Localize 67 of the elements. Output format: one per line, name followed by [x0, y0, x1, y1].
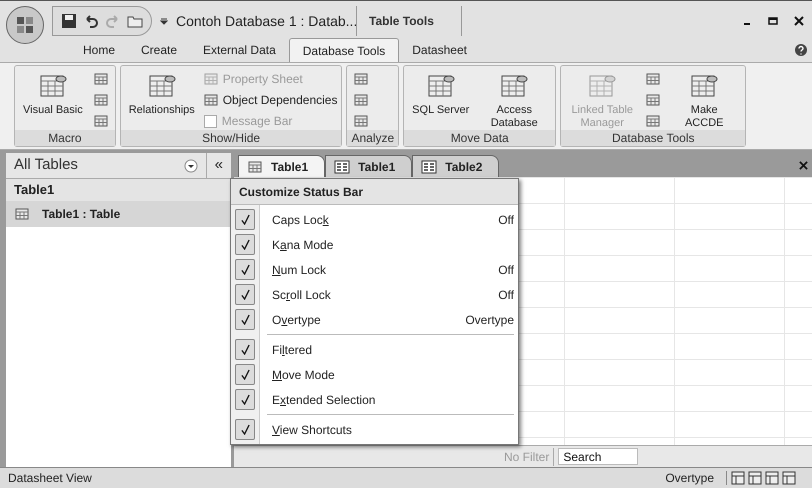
- menu-item[interactable]: Scroll Lock Off: [231, 282, 518, 307]
- menu-item[interactable]: Kana Mode: [231, 232, 518, 257]
- table-icon: [92, 71, 109, 87]
- menu-item[interactable]: Caps Lock Off: [231, 207, 518, 232]
- table-icon: [353, 113, 370, 129]
- logo-icon: [15, 15, 35, 35]
- view-label: Datasheet View: [8, 470, 93, 487]
- pane-title: All Tables: [13, 155, 79, 176]
- window-title: Contoh Database 1 : Datab...: [176, 12, 356, 31]
- ribbon-button[interactable]: SQL Server: [408, 70, 474, 117]
- table-icon: [14, 206, 30, 222]
- search-field[interactable]: Search: [558, 448, 638, 465]
- table-icon: [202, 71, 219, 87]
- group-label: Show/Hide: [120, 130, 342, 146]
- form-icon: [421, 158, 438, 174]
- menu-item[interactable]: View Shortcuts: [231, 417, 518, 442]
- view-icon[interactable]: [782, 471, 796, 485]
- nav-item[interactable]: Table1 : Table: [6, 201, 231, 227]
- group-label: Move Data: [404, 130, 556, 146]
- collapse-button[interactable]: «: [206, 153, 231, 178]
- menu-item[interactable]: Overtype Overtype: [231, 307, 518, 332]
- form-icon: [334, 158, 350, 174]
- group-header[interactable]: Table1: [6, 179, 231, 201]
- status-value: Off: [498, 212, 515, 228]
- dropdown-icon[interactable]: [184, 158, 198, 172]
- ribbon-button[interactable]: Visual Basic: [19, 70, 87, 117]
- group-label: Database Tools: [561, 130, 746, 146]
- menu-item[interactable]: Move Mode: [231, 362, 518, 387]
- document-tab[interactable]: Table2: [412, 155, 500, 177]
- table-icon: [92, 92, 109, 108]
- menu-title: Customize Status Bar: [231, 179, 518, 205]
- group-label: Macro: [15, 130, 115, 146]
- mode-indicator: Overtype: [665, 470, 715, 487]
- ribbon-button[interactable]: Object Dependencies: [202, 91, 338, 109]
- menu-item[interactable]: Num Lock Off: [231, 257, 518, 282]
- table-icon: [247, 158, 263, 174]
- table-icon: [353, 71, 370, 87]
- table-icon: [353, 92, 370, 108]
- document-tab[interactable]: Table1: [238, 155, 326, 177]
- status-value: Off: [498, 262, 515, 278]
- menu-item[interactable]: Filtered: [231, 337, 518, 362]
- maximize-icon[interactable]: [768, 16, 778, 26]
- help-icon[interactable]: [794, 43, 808, 57]
- ribbon-tab[interactable]: External Data: [190, 38, 289, 62]
- view-icon[interactable]: [765, 471, 779, 485]
- ribbon-tab[interactable]: Database Tools: [288, 38, 400, 62]
- view-icon[interactable]: [731, 471, 745, 485]
- status-value: Off: [498, 286, 515, 304]
- menu-item[interactable]: Extended Selection: [231, 387, 518, 412]
- view-icon[interactable]: [748, 471, 762, 485]
- close-icon[interactable]: [794, 16, 804, 26]
- table-icon: [645, 71, 662, 87]
- ribbon-tab[interactable]: Home: [70, 38, 128, 62]
- ribbon-tab[interactable]: Create: [128, 38, 190, 62]
- table-icon: [645, 92, 662, 108]
- ribbon-button[interactable]: Relationships: [124, 70, 199, 117]
- table-icon: [645, 113, 662, 129]
- table-icon: [92, 113, 109, 129]
- ribbon-button[interactable]: Make ACCDE: [667, 70, 742, 130]
- close-icon[interactable]: [799, 161, 808, 170]
- save-icon[interactable]: [61, 13, 77, 29]
- document-tab[interactable]: Table1: [325, 155, 412, 177]
- group-label: Analyze: [347, 130, 398, 146]
- status-value: Overtype: [465, 312, 515, 328]
- ribbon-tab[interactable]: Datasheet: [399, 38, 480, 62]
- ribbon-button[interactable]: Access Database: [477, 70, 552, 130]
- table-icon: [202, 92, 219, 108]
